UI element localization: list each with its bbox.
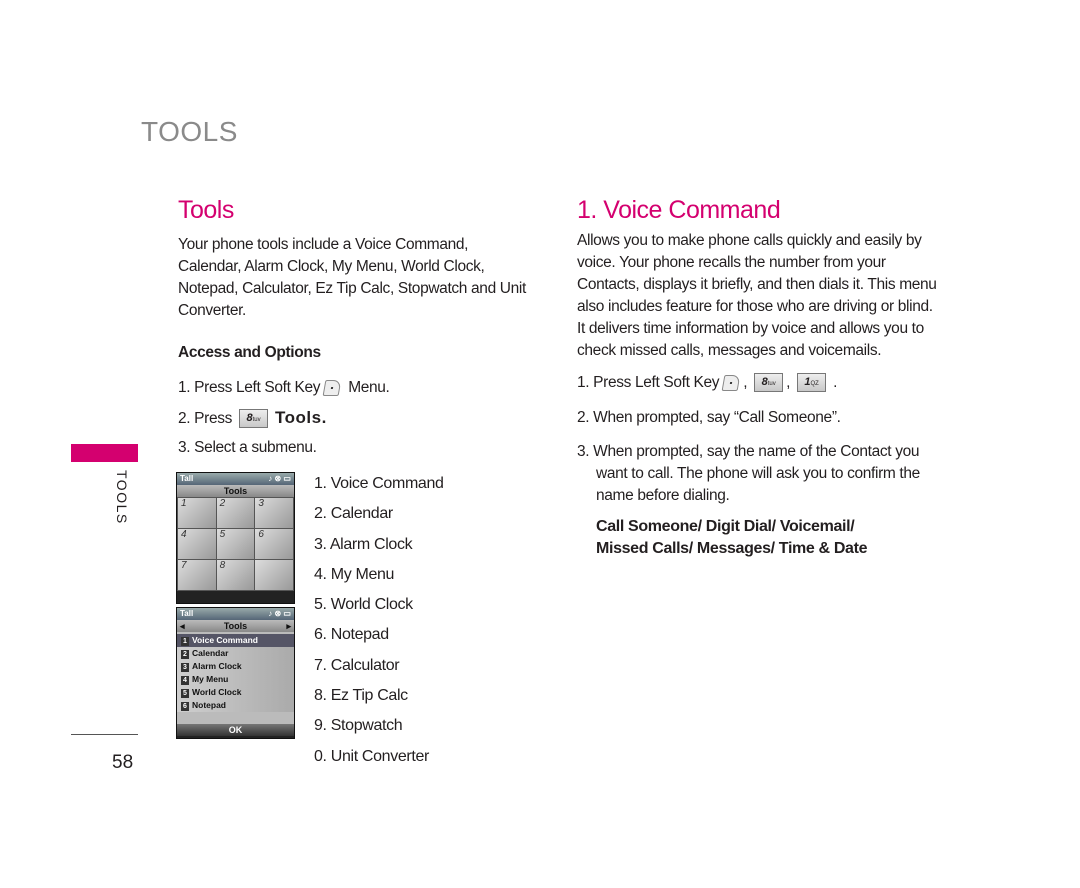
footer-divider [71, 734, 138, 735]
tool-icon [255, 560, 293, 590]
tool-icon: 6 [255, 529, 293, 559]
tools-title: Tools [178, 196, 234, 224]
submenu-item: 9. Stopwatch [314, 717, 403, 735]
left-soft-key-icon [322, 379, 342, 396]
key-8-icon: 8tuv [239, 409, 269, 429]
intro-line: Converter. [178, 302, 247, 319]
tool-icon: 5 [216, 529, 255, 559]
vc-step-3: 3. When prompted, say the name of the Co… [577, 443, 920, 504]
intro-line: voice. Your phone recalls the number fro… [577, 254, 886, 271]
menu-row: 3 Alarm Clock [177, 660, 294, 673]
phone-screen-grid: Tall ♪ ⊗ ▭ Tools 1 2 3 4 5 6 7 8 [176, 472, 295, 604]
battery-icon: ♪ ⊗ ▭ [268, 474, 291, 483]
menu-row: 2 Calendar [177, 647, 294, 660]
submenu-item: 6. Notepad [314, 626, 389, 644]
section-header: TOOLS [141, 116, 238, 147]
intro-line: check missed calls, messages and voicema… [577, 342, 882, 359]
side-tab-label: TOOLS [114, 470, 130, 525]
voice-command-intro: Allows you to make phone calls quickly a… [577, 230, 937, 362]
tool-icon: 3 [255, 498, 293, 528]
menu-row: 6 Notepad [177, 699, 294, 712]
menu-row: 1 Voice Command [177, 634, 294, 647]
submenu-item: 4. My Menu [314, 565, 395, 583]
key-1-icon: 1QZ [797, 373, 827, 393]
menu-row: 4 My Menu [177, 673, 294, 686]
side-tab-marker [71, 444, 138, 462]
status-bar: Tall ♪ ⊗ ▭ [177, 473, 294, 485]
status-bar: Tall ♪ ⊗ ▭ [177, 608, 294, 620]
intro-line: Your phone tools include a Voice Command… [178, 236, 469, 253]
submenu-item: 2. Calendar [314, 505, 393, 523]
screen-title: Tools [177, 485, 294, 497]
battery-icon: ♪ ⊗ ▭ [268, 609, 291, 618]
left-soft-key-icon [721, 374, 741, 391]
access-heading: Access and Options [178, 344, 321, 361]
intro-line: It delivers time information by voice an… [577, 320, 924, 337]
step-2: 2. Press 8tuv Tools. [178, 408, 327, 429]
submenu-item: 8. Ez Tip Calc [314, 687, 408, 705]
vc-step-2: 2. When prompted, say “Call Someone”. [577, 409, 841, 426]
tool-icon: 4 [178, 529, 216, 559]
submenu-item: 3. Alarm Clock [314, 535, 413, 553]
vc-options: Call Someone/ Digit Dial/ Voicemail/ Mis… [596, 518, 868, 557]
signal-icon: Tall [180, 474, 194, 483]
ok-softkey: OK [177, 724, 294, 736]
tool-icon: 1 [178, 498, 216, 528]
signal-icon: Tall [180, 609, 194, 618]
key-8-icon: 8tuv [754, 373, 784, 393]
intro-line: Contacts, displays it briefly, and then … [577, 276, 937, 293]
submenu-item: 7. Calculator [314, 656, 400, 674]
step-3: 3. Select a submenu. [178, 439, 317, 456]
tool-icon: 7 [178, 560, 216, 590]
submenu-item: 0. Unit Converter [314, 747, 429, 765]
submenu-list: 1. Voice Command 2. Calendar 3. Alarm Cl… [314, 469, 444, 772]
tools-intro: Your phone tools include a Voice Command… [178, 234, 526, 322]
step-1: 1. Press Left Soft Key Menu. [178, 379, 390, 396]
menu-row: 5 World Clock [177, 686, 294, 699]
tool-icon: 8 [216, 560, 255, 590]
tool-icon: 2 [216, 498, 255, 528]
intro-line: Allows you to make phone calls quickly a… [577, 232, 922, 249]
intro-line: Notepad, Calculator, Ez Tip Calc, Stopwa… [178, 280, 526, 297]
intro-line: Calendar, Alarm Clock, My Menu, World Cl… [178, 258, 485, 275]
page-number: 58 [112, 752, 134, 773]
screen-title: ◂ Tools ▸ [177, 620, 294, 632]
submenu-item: 5. World Clock [314, 596, 413, 614]
voice-command-title: 1. Voice Command [577, 196, 781, 224]
phone-screen-menu: Tall ♪ ⊗ ▭ ◂ Tools ▸ 1 Voice Command 2 Calend… [176, 607, 295, 739]
intro-line: also includes feature for those who are … [577, 298, 933, 315]
vc-step-1: 1. Press Left Soft Key, 8tuv, 1QZ . [577, 373, 838, 393]
submenu-item: 1. Voice Command [314, 475, 444, 492]
